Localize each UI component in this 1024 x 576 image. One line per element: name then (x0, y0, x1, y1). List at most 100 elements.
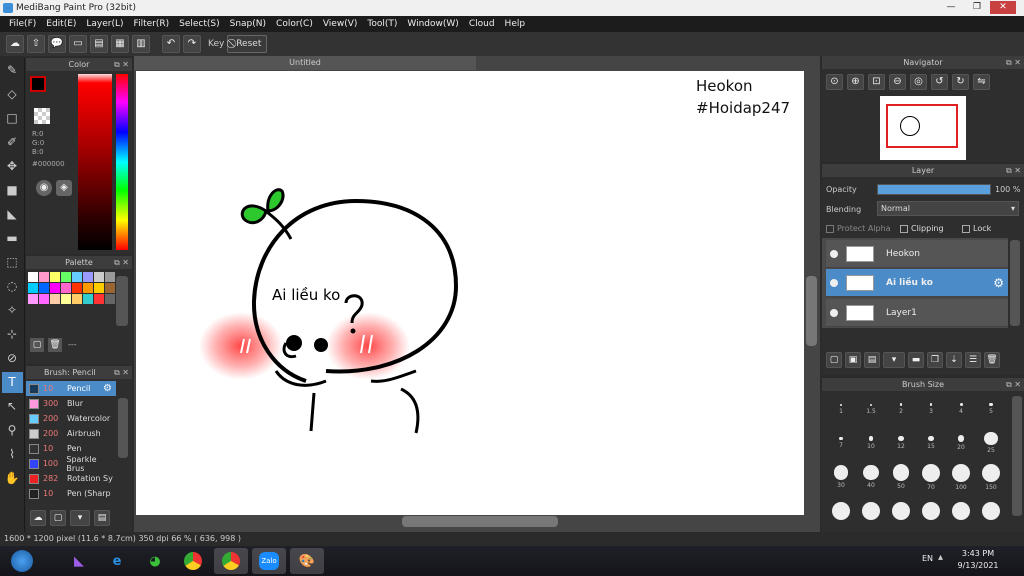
merge-layer-icon[interactable]: ⇣ (946, 352, 962, 368)
tray-chevron-icon[interactable]: ▴ (938, 552, 943, 563)
layer-row-ai-lieu-ko[interactable]: Ai liều ko ⚙ (826, 269, 1008, 297)
maximize-button[interactable]: ❐ (964, 1, 990, 14)
color-adjust-icon[interactable]: ◈ (56, 180, 72, 196)
language-indicator[interactable]: EN (922, 554, 933, 563)
dropper-tool-icon[interactable]: ⌇ (2, 444, 23, 465)
zalo-icon[interactable]: Zalo (252, 548, 286, 574)
palette-swatch[interactable] (61, 294, 71, 304)
palette-swatch[interactable] (61, 283, 71, 293)
chat-icon[interactable]: ▭ (69, 35, 87, 53)
chrome-active-icon[interactable] (214, 548, 248, 574)
minimize-button[interactable]: — (938, 1, 964, 14)
delete-palette-icon[interactable]: 🗑 (48, 338, 62, 352)
reset-button[interactable]: ⃠ Reset (227, 35, 268, 53)
select-pen-tool-icon[interactable]: ⊹ (2, 324, 23, 345)
add-layer-menu-icon[interactable]: ▾ (883, 352, 905, 368)
brush-menu-icon[interactable]: ▾ (70, 510, 90, 526)
palette-swatch[interactable] (39, 283, 49, 293)
menu-window[interactable]: Window(W) (402, 19, 463, 29)
palette-swatch[interactable] (28, 283, 38, 293)
brush-item[interactable]: 300 Blur (26, 396, 116, 411)
canvas-horizontal-scrollbar[interactable] (402, 516, 558, 527)
palette-swatch[interactable] (105, 272, 115, 282)
palette-swatch[interactable] (72, 283, 82, 293)
rotate-right-icon[interactable]: ↻ (952, 74, 969, 90)
zoom-in-icon[interactable]: ⊕ (847, 74, 864, 90)
palette-swatch[interactable] (105, 283, 115, 293)
canvas-vertical-scrollbar[interactable] (806, 276, 817, 346)
medibang-paint-icon[interactable]: 🎨 (290, 548, 324, 574)
layer-options-icon[interactable]: ☰ (965, 352, 981, 368)
upload-icon[interactable]: ⇧ (27, 35, 45, 53)
new-halftone-layer-icon[interactable]: ▣ (845, 352, 861, 368)
palette-scrollbar[interactable] (116, 276, 128, 326)
palette-swatch[interactable] (72, 294, 82, 304)
palette-swatch[interactable] (28, 294, 38, 304)
menu-color[interactable]: Color(C) (271, 19, 318, 29)
undo-icon[interactable]: ↶ (162, 35, 180, 53)
layer-settings-gear-icon[interactable]: ⚙ (993, 276, 1004, 290)
brush-tool-icon[interactable]: ✎ (2, 60, 23, 81)
menu-filter[interactable]: Filter(R) (129, 19, 175, 29)
brush-item[interactable]: 100 Sparkle Brus (26, 455, 116, 473)
palette-swatch[interactable] (105, 294, 115, 304)
drawing-canvas[interactable]: Heokon #Hoidap247 Ai liều ko (136, 71, 804, 515)
text-tool-icon[interactable]: T (1, 372, 23, 393)
panel-popout-icon[interactable]: ⧉ ✕ (114, 58, 129, 71)
redo-icon[interactable]: ↷ (183, 35, 201, 53)
brush-item[interactable]: 10 Pencil ⚙ (26, 381, 116, 396)
palette-swatch[interactable] (94, 294, 104, 304)
palette-swatch[interactable] (50, 272, 60, 282)
palette-swatch[interactable] (94, 283, 104, 293)
document-icon[interactable]: ▤ (90, 35, 108, 53)
clipping-checkbox[interactable] (900, 224, 908, 233)
clock[interactable]: 3:43 PM 9/13/2021 (948, 548, 1008, 572)
visual-studio-icon[interactable]: ◣ (62, 548, 96, 574)
comment-icon[interactable]: 💬 (48, 35, 66, 53)
layers-icon[interactable]: ▥ (132, 35, 150, 53)
brush-item[interactable]: 200 Watercolor (26, 411, 116, 426)
eraser-tool-icon[interactable]: ◇ (2, 84, 23, 105)
brush-settings-icon[interactable]: ▤ (94, 510, 110, 526)
marquee-tool-icon[interactable]: ⬚ (2, 252, 23, 273)
fill-rect-tool-icon[interactable]: ■ (2, 180, 23, 201)
internet-explorer-icon[interactable]: e (100, 548, 134, 574)
brush-size-option[interactable] (976, 496, 1006, 526)
start-button[interactable] (4, 548, 40, 574)
menu-file[interactable]: File(F) (4, 19, 41, 29)
flip-icon[interactable]: ⇋ (973, 74, 990, 90)
duplicate-layer-icon[interactable]: ❐ (927, 352, 943, 368)
brush-size-option[interactable]: 2 (886, 394, 916, 424)
brush-item[interactable]: 200 Airbrush (26, 426, 116, 441)
panel-popout-icon[interactable]: ⧉ ✕ (1006, 378, 1021, 391)
opacity-slider[interactable] (877, 184, 991, 195)
layer-scrollbar[interactable] (1010, 240, 1020, 326)
brush-add-icon[interactable]: ▢ (50, 510, 66, 526)
palette-swatch[interactable] (72, 272, 82, 282)
eyedropper-tool-icon[interactable]: ⚲ (2, 420, 23, 441)
cloud-icon[interactable]: ☁ (6, 35, 24, 53)
layer-row-heokon[interactable]: Heokon (826, 240, 1008, 268)
panel-popout-icon[interactable]: ⧉ ✕ (1006, 164, 1021, 177)
document-tab[interactable]: Untitled (134, 56, 476, 70)
lock-checkbox[interactable] (962, 224, 970, 233)
brush-size-option[interactable]: 12 (886, 428, 916, 458)
zoom-out-icon[interactable]: ⊖ (889, 74, 906, 90)
palette-swatch[interactable] (39, 294, 49, 304)
brush-size-option[interactable]: 10 (856, 428, 886, 458)
brush-size-option[interactable]: 15 (916, 428, 946, 458)
menu-view[interactable]: View(V) (318, 19, 363, 29)
menu-layer[interactable]: Layer(L) (81, 19, 128, 29)
brush-size-option[interactable] (886, 496, 916, 526)
palette-swatch[interactable] (94, 272, 104, 282)
brush-size-option[interactable]: 20 (946, 428, 976, 458)
brush-cloud-icon[interactable]: ☁ (30, 510, 46, 526)
folder-icon[interactable]: ▬ (908, 352, 924, 368)
hand-tool-icon[interactable]: ✋ (2, 468, 23, 489)
menu-tool[interactable]: Tool(T) (362, 19, 402, 29)
main-color-swatch[interactable] (30, 76, 46, 92)
coccoc-browser-icon[interactable]: ◕ (138, 548, 172, 574)
rotate-left-icon[interactable]: ↺ (931, 74, 948, 90)
brush-size-option[interactable] (916, 496, 946, 526)
transparent-swatch[interactable] (34, 108, 50, 124)
